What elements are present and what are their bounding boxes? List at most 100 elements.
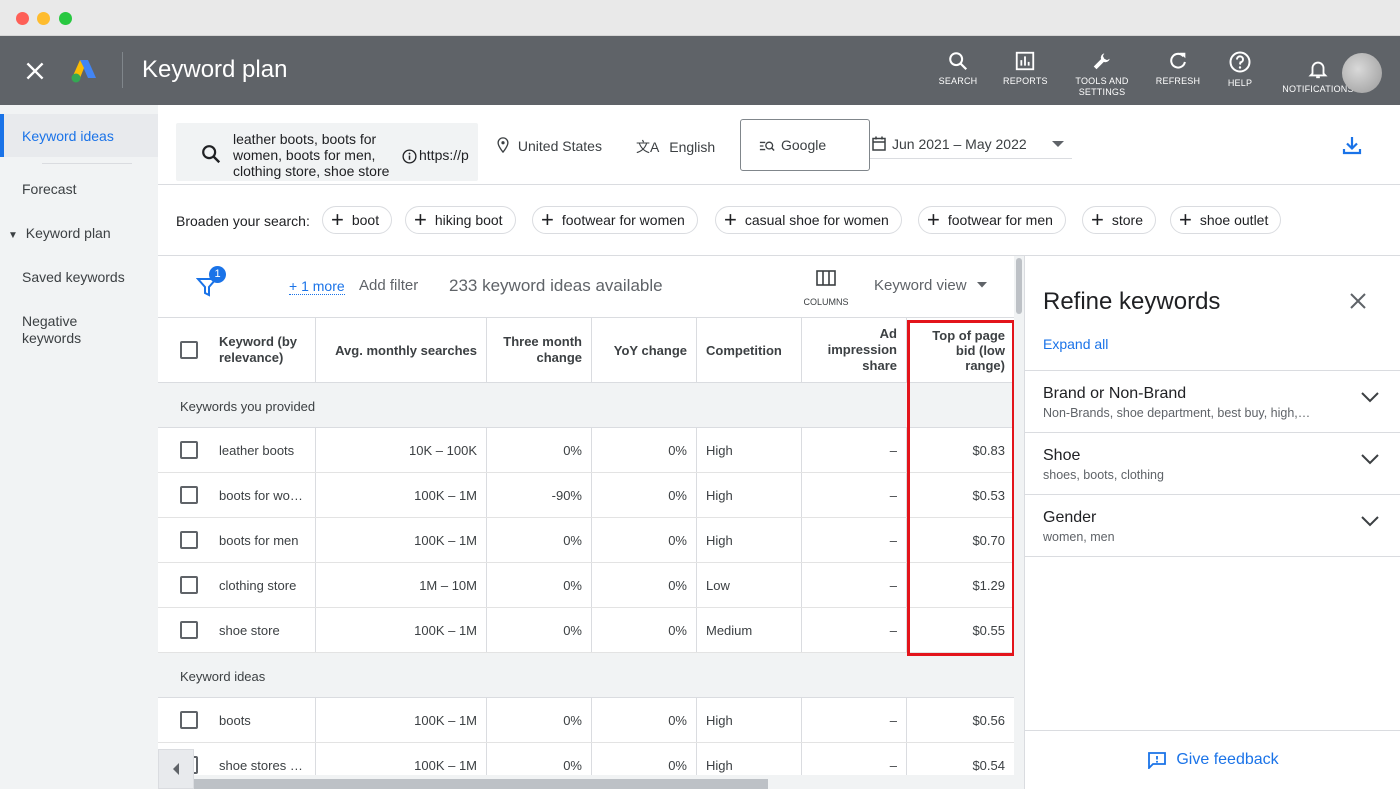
vertical-scrollbar[interactable] — [1014, 256, 1024, 789]
location-label: United States — [517, 138, 602, 154]
date-range-filter[interactable]: Jun 2021 – May 2022 — [870, 131, 1072, 159]
header-avg-monthly-searches[interactable]: Avg. monthly searches — [316, 318, 487, 382]
table-row[interactable]: boots for men 100K – 1M 0% 0% High – $0.70 — [158, 518, 1014, 563]
sidebar-item-forecast[interactable]: Forecast — [0, 181, 158, 211]
header-yoy-change[interactable]: YoY change — [592, 318, 697, 382]
avatar[interactable] — [1342, 53, 1382, 93]
sidebar-item-keyword-ideas[interactable]: Keyword ideas — [0, 114, 158, 157]
cell-three-month-change: 0% — [487, 608, 592, 652]
info-icon — [402, 149, 417, 164]
cell-competition: Medium — [697, 608, 802, 652]
keyword-text[interactable]: leather boots — [219, 443, 294, 458]
chevron-down-icon — [1361, 454, 1379, 465]
close-icon[interactable] — [1349, 292, 1367, 310]
section-name: Shoe — [1043, 447, 1081, 464]
keyword-text[interactable]: boots — [219, 713, 251, 728]
cell-value: 0% — [668, 757, 687, 773]
table-group-row: Keywords you provided — [158, 383, 1014, 428]
header-ad-impression-share[interactable]: Ad impression share — [802, 318, 907, 382]
row-checkbox[interactable] — [180, 531, 198, 549]
keyword-text[interactable]: clothing store — [219, 578, 296, 593]
broaden-chip[interactable]: + shoe outlet — [1170, 206, 1282, 234]
row-checkbox[interactable] — [180, 576, 198, 594]
sidebar-item-label: Keyword plan — [25, 225, 111, 241]
keyword-view-dropdown[interactable]: Keyword view — [874, 277, 987, 294]
table-row[interactable]: boots 100K – 1M 0% 0% High – $0.56 — [158, 698, 1014, 743]
feedback-label: Give feedback — [1176, 751, 1279, 768]
keyword-text[interactable]: boots for men — [219, 533, 299, 548]
refine-section-shoe[interactable]: Shoe shoes, boots, clothing — [1025, 432, 1400, 495]
keyword-text[interactable]: shoe stores … — [219, 758, 303, 773]
give-feedback-button[interactable]: Give feedback — [1025, 730, 1400, 789]
chip-label: shoe outlet — [1199, 212, 1269, 228]
window-minimize-button[interactable] — [37, 12, 50, 25]
location-filter[interactable]: United States — [496, 137, 602, 154]
sidebar: Keyword ideas Forecast ▼ Keyword plan Sa… — [0, 105, 158, 789]
download-icon[interactable] — [1342, 135, 1362, 155]
header-label: Keyword (by relevance) — [219, 334, 298, 365]
table-row[interactable]: boots for wo… 100K – 1M -90% 0% High – $0.53 — [158, 473, 1014, 518]
header-label: Competition — [706, 342, 782, 358]
tool-help[interactable]: HELP — [1224, 50, 1256, 89]
broaden-chip[interactable]: + hiking boot — [405, 206, 516, 234]
sidebar-item-label: Saved keywords — [22, 269, 125, 285]
broaden-chip[interactable]: + footwear for men — [918, 206, 1066, 234]
horizontal-scrollbar[interactable] — [158, 749, 1014, 789]
row-checkbox[interactable] — [180, 486, 198, 504]
scroll-thumb[interactable] — [1016, 258, 1022, 314]
row-checkbox[interactable] — [180, 711, 198, 729]
header-three-month-change[interactable]: Three month change — [487, 318, 592, 382]
sidebar-item-saved-keywords[interactable]: Saved keywords — [0, 269, 158, 299]
network-filter[interactable]: Google — [740, 119, 870, 171]
select-all-checkbox[interactable] — [180, 341, 198, 359]
header-top-of-page-bid-low[interactable]: Top of page bid (low range) — [907, 318, 1014, 382]
filter-count-badge: 1 — [209, 266, 226, 283]
keyword-text[interactable]: boots for wo… — [219, 488, 303, 503]
chip-label: hiking boot — [434, 212, 503, 228]
tool-tools-and-settings[interactable]: TOOLS AND SETTINGS — [1071, 50, 1133, 98]
broaden-chip[interactable]: + boot — [322, 206, 393, 234]
more-filters-link[interactable]: + 1 more — [289, 278, 345, 295]
row-checkbox[interactable] — [180, 621, 198, 639]
chip-label: footwear for women — [561, 212, 685, 228]
window-close-button[interactable] — [16, 12, 29, 25]
sidebar-item-negative-keywords[interactable]: Negative keywords — [0, 313, 110, 353]
header-keyword[interactable]: Keyword (by relevance) — [158, 318, 316, 382]
window-zoom-button[interactable] — [59, 12, 72, 25]
sidebar-item-keyword-plan[interactable]: ▼ Keyword plan — [0, 225, 158, 255]
tool-refresh[interactable]: REFRESH — [1155, 50, 1201, 87]
scroll-thumb[interactable] — [194, 779, 768, 789]
chip-label: footwear for men — [947, 212, 1053, 228]
table-row[interactable]: leather boots 10K – 100K 0% 0% High – $0.83 — [158, 428, 1014, 473]
plus-icon: + — [414, 207, 427, 232]
cell-value: -90% — [551, 487, 582, 503]
header-competition[interactable]: Competition — [697, 318, 802, 382]
close-icon[interactable] — [22, 58, 48, 84]
cell-value: 0% — [668, 532, 687, 548]
group-label: Keywords you provided — [180, 399, 316, 414]
table-row[interactable]: shoe store 100K – 1M 0% 0% Medium – $0.55 — [158, 608, 1014, 653]
window-titlebar — [0, 0, 1400, 36]
keyword-text[interactable]: shoe store — [219, 623, 280, 638]
tool-label: REPORTS — [1003, 76, 1048, 86]
language-filter[interactable]: 文A English — [636, 137, 715, 157]
table-row[interactable]: clothing store 1M – 10M 0% 0% Low – $1.29 — [158, 563, 1014, 608]
tool-search[interactable]: SEARCH — [936, 50, 980, 87]
refine-section-brand[interactable]: Brand or Non-Brand Non-Brands, shoe depa… — [1025, 370, 1400, 433]
broaden-chip[interactable]: + casual shoe for women — [715, 206, 902, 234]
tool-reports[interactable]: REPORTS — [1003, 50, 1048, 87]
expand-all-link[interactable]: Expand all — [1043, 336, 1108, 352]
refine-section-gender[interactable]: Gender women, men — [1025, 494, 1400, 557]
broaden-chip[interactable]: + footwear for women — [532, 206, 698, 234]
cell-value: 1M – 10M — [419, 577, 477, 593]
tool-label: REFRESH — [1155, 76, 1201, 86]
feedback-icon — [1148, 752, 1167, 769]
scroll-left-button[interactable] — [158, 749, 194, 789]
broaden-chip[interactable]: + store — [1082, 206, 1156, 234]
columns-button[interactable]: COLUMNS — [802, 270, 850, 310]
row-checkbox[interactable] — [180, 441, 198, 459]
keyword-search-box[interactable]: leather boots, boots for women, boots fo… — [176, 123, 478, 181]
network-label: Google — [781, 137, 827, 153]
add-filter-button[interactable]: Add filter — [359, 277, 418, 294]
chevron-down-icon — [1361, 392, 1379, 403]
